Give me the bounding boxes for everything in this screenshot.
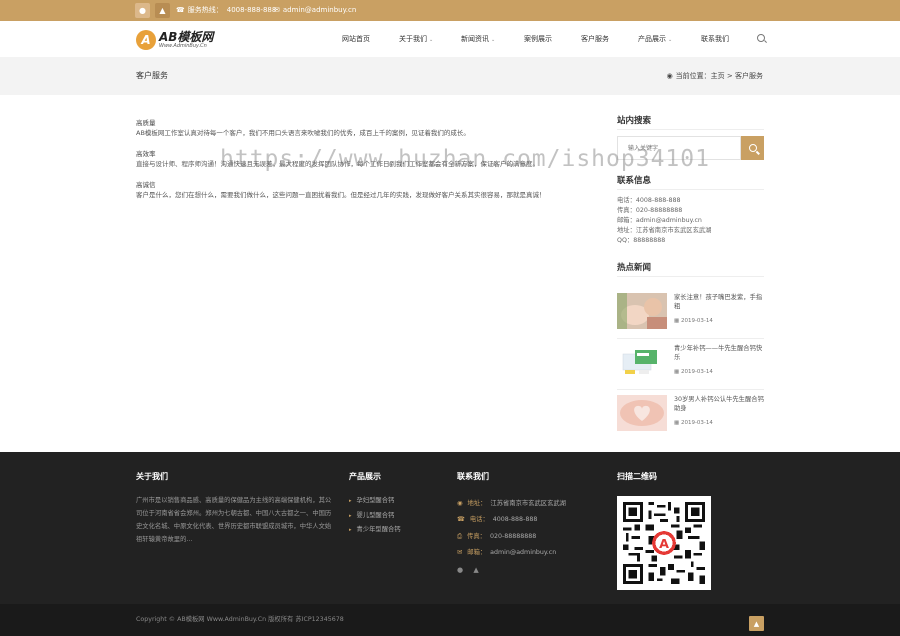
chevron-down-icon: ⌄	[429, 37, 434, 43]
chevron-right-icon: ▸	[349, 498, 352, 504]
footer-contact-title: 联系我们	[457, 472, 489, 481]
copyright-bar: Copyright © AB模板网 Www.AdminBuy.Cn 版权所有 苏…	[0, 604, 900, 636]
divider	[617, 338, 764, 339]
article-content: 高质量 AB模板网工作室认真对待每一个客户，我们不用口头语言来吹嘘我们的优秀，成…	[136, 118, 586, 211]
search-input[interactable]	[617, 136, 741, 160]
content-block: 高效率 直接与设计师、程序师沟通！沟通快速且无误差，最大程度的发挥团队协作，每个…	[136, 150, 539, 168]
logo[interactable]: A AB模板网 Www.AdminBuy.Cn	[136, 28, 213, 52]
logo-name: AB模板网	[159, 30, 214, 44]
search-icon	[748, 144, 757, 152]
footer-address: ◉ 地址： 江苏省南京市玄武区玄武湖	[457, 500, 566, 507]
news-item[interactable]: 30岁男人补钙公认牛先生醒合钙助身 ▦ 2019-03-14	[617, 395, 764, 441]
chevron-down-icon: ⌄	[668, 37, 673, 43]
footer-product-link[interactable]: ▸ 青少年型醒合钙	[349, 524, 401, 533]
content-block: 高质量 AB模板网工作室认真对待每一个客户，我们不用口头语言来吹嘘我们的优秀，成…	[136, 119, 470, 137]
footer: 关于我们 广州市是以销售商品感、高质量的保健品为主线的高端保健机构，其公司位于河…	[0, 452, 900, 604]
qr-code: A	[617, 496, 711, 590]
top-bar: ● ▲ ☎ 服务热线： 4008-888-888 ✉ admin@adminbuy.c…	[0, 0, 900, 21]
email-icon: ✉	[457, 549, 463, 556]
footer-fax: ⎙ 传真： 020-88888888	[457, 533, 537, 540]
bell-icon[interactable]: ●	[135, 3, 150, 18]
cart-icon[interactable]: ▲	[155, 3, 170, 18]
calendar-icon: ▦	[674, 420, 680, 426]
logo-tagline: Www.AdminBuy.Cn	[159, 43, 207, 49]
calendar-icon: ▦	[674, 369, 680, 375]
footer-product-link[interactable]: ▸ 婴儿型醒合钙	[349, 510, 394, 519]
page-title-band: 客户服务 ◉ 当前位置：主页 > 客户服务	[0, 57, 900, 95]
search-icon[interactable]	[757, 34, 765, 42]
chevron-down-icon: ⌄	[491, 37, 496, 43]
email-icon: ✉	[274, 6, 280, 14]
content-block: 高诚信 客户是什么，您们在想什么，需要我们做什么，这些问题一直困扰着我们。但是经…	[136, 181, 546, 199]
footer-about-text: 广州市是以销售商品感、高质量的保健品为主线的高端保健机构，其公司位于河南省省会郑…	[136, 497, 332, 543]
location-icon: ◉	[457, 500, 463, 507]
nav-cases[interactable]: 案例展示	[524, 21, 552, 57]
product-box-icon	[617, 344, 667, 380]
logo-icon: A	[136, 30, 156, 50]
nav-home[interactable]: 网站首页	[342, 21, 370, 57]
phone-icon: ☎	[457, 516, 465, 523]
phone-icon: ☎	[176, 6, 185, 14]
news-item[interactable]: 家长注意！孩子嘴巴发紫，手指粗 ▦ 2019-03-14	[617, 293, 764, 339]
footer-about-title: 关于我们	[136, 472, 168, 481]
footer-qr-title: 扫描二维码	[617, 472, 657, 481]
contact-list: 电话：4008-888-888 传真：020-88888888 邮箱：admin…	[617, 197, 712, 244]
footer-product-link[interactable]: ▸ 孕妇型醒合钙	[349, 495, 394, 504]
sidebar: 站内搜索 联系信息 电话：4008-888-888 传真：020-8888888…	[617, 114, 764, 431]
news-title: 热点新闻	[617, 261, 764, 277]
news-item[interactable]: 青少年补钙——牛先生醒合钙快乐 ▦ 2019-03-14	[617, 344, 764, 390]
search-title: 站内搜索	[617, 114, 764, 130]
divider	[617, 389, 764, 390]
footer-products-title: 产品展示	[349, 472, 381, 481]
svg-text:A: A	[659, 536, 669, 551]
location-icon: ◉	[666, 72, 673, 80]
nav-products[interactable]: 产品展示 ⌄	[638, 21, 672, 57]
nav-news[interactable]: 新闻资讯 ⌄	[461, 21, 495, 57]
phone-info: ☎ 服务热线： 4008-888-888	[176, 6, 277, 14]
bell-icon[interactable]: ●	[457, 566, 463, 574]
chevron-right-icon: ▸	[349, 513, 352, 519]
footer-phone: ☎ 电话： 4008-888-888	[457, 516, 538, 523]
footer-email[interactable]: ✉ 邮箱： admin@adminbuy.cn	[457, 547, 556, 556]
page-title: 客户服务	[136, 71, 168, 80]
search-button[interactable]	[741, 136, 764, 160]
fax-icon: ⎙	[457, 533, 463, 540]
cart-icon[interactable]: ▲	[473, 566, 478, 574]
breadcrumb: ◉ 当前位置：主页 > 客户服务	[666, 72, 763, 80]
calendar-icon: ▦	[674, 318, 680, 324]
footer-icons: ● ▲	[457, 566, 479, 574]
baby-photo-icon	[617, 293, 667, 329]
site-search	[617, 136, 764, 160]
copyright: Copyright © AB模板网 Www.AdminBuy.Cn 版权所有 苏…	[136, 616, 344, 623]
nav-service[interactable]: 客户服务	[581, 21, 609, 57]
email-info[interactable]: ✉ admin@adminbuy.cn	[274, 0, 356, 21]
nav-about[interactable]: 关于我们 ⌄	[399, 21, 433, 57]
header: A AB模板网 Www.AdminBuy.Cn 网站首页 关于我们 ⌄ 新闻资讯 ⌄…	[0, 21, 900, 57]
contact-title: 联系信息	[617, 174, 764, 190]
chevron-right-icon: ▸	[349, 527, 352, 533]
back-to-top-button[interactable]: ▲	[749, 616, 764, 631]
chevron-up-icon: ▲	[753, 619, 760, 628]
qr-code-icon: A	[623, 502, 705, 584]
nav-contact[interactable]: 联系我们	[701, 21, 729, 57]
heart-hands-icon	[617, 395, 667, 431]
